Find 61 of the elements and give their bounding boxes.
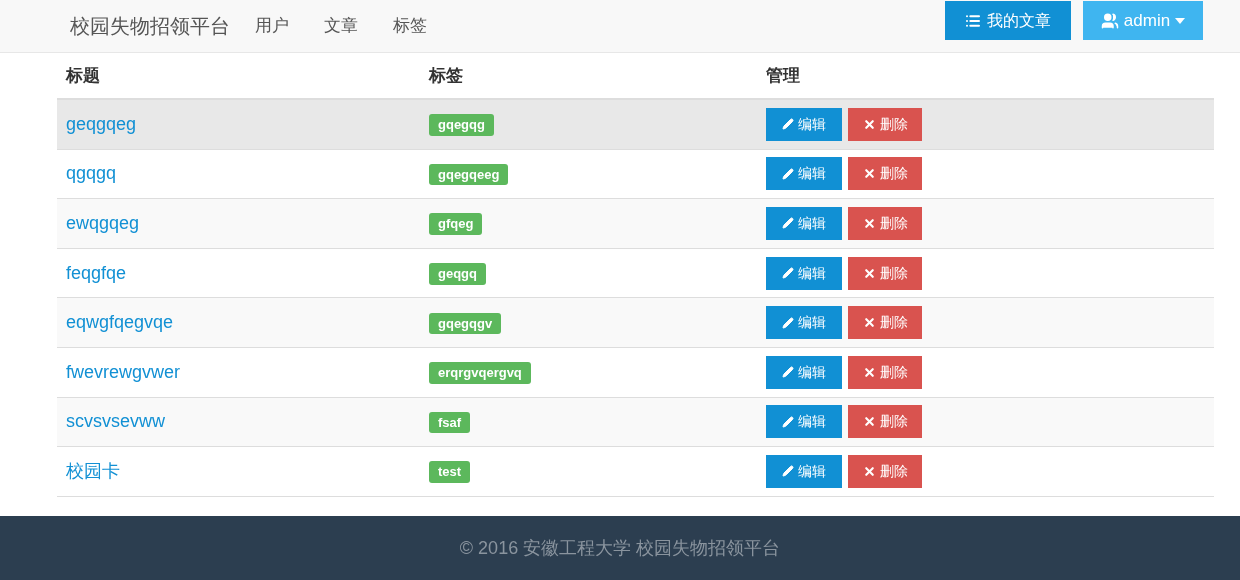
pencil-icon [782, 118, 794, 131]
article-title-link[interactable]: scvsvsevww [66, 411, 165, 432]
edit-button[interactable]: 编辑 [766, 355, 842, 389]
pencil-icon [782, 316, 794, 329]
pencil-icon [782, 465, 794, 478]
article-title-link[interactable]: feqgfqe [66, 262, 127, 283]
article-title-link[interactable]: geqgqeg [66, 113, 137, 134]
close-icon [862, 365, 876, 379]
nav-link[interactable]: 文章 [324, 13, 358, 39]
delete-button[interactable]: 删除 [848, 355, 922, 389]
edit-button[interactable]: 编辑 [766, 256, 842, 290]
tag-label: geqgq [429, 263, 486, 285]
tag-label: erqrgvqergvq [429, 362, 531, 384]
brand-title[interactable]: 校园失物招领平台 [70, 11, 230, 41]
pencil-icon [782, 217, 794, 230]
close-icon [862, 217, 876, 230]
close-icon [862, 316, 876, 330]
delete-button[interactable]: 删除 [848, 256, 922, 290]
close-icon [862, 266, 876, 280]
article-title-link[interactable]: fwevrewgvwer [66, 361, 181, 382]
tag-label: test [429, 461, 471, 483]
users-icon [1100, 11, 1119, 30]
column-header: 管理 [765, 64, 801, 87]
edit-button[interactable]: 编辑 [766, 306, 842, 340]
tag-label: gqegqeeg [429, 163, 509, 186]
article-title-link[interactable]: ewqgqeg [66, 213, 140, 233]
close-icon [862, 117, 876, 131]
close-icon [862, 464, 876, 478]
close-icon [862, 415, 876, 429]
pencil-icon [782, 267, 794, 280]
pencil-icon [782, 415, 794, 428]
delete-button[interactable]: 删除 [848, 107, 922, 141]
column-header: 标题 [64, 64, 101, 87]
edit-button[interactable]: 编辑 [766, 405, 842, 439]
tag-label: gqegqgv [429, 312, 502, 335]
article-title-link[interactable]: 校园卡 [66, 460, 120, 481]
tag-label: gqegqg [429, 114, 494, 136]
pencil-icon [782, 167, 794, 180]
edit-button[interactable]: 编辑 [766, 107, 842, 141]
user-menu-button[interactable]: admin [1083, 1, 1203, 40]
caret-icon [1175, 17, 1186, 24]
delete-button[interactable]: 删除 [848, 405, 922, 439]
list-icon [965, 12, 981, 29]
edit-button[interactable]: 编辑 [766, 157, 842, 191]
delete-button[interactable]: 删除 [848, 454, 922, 488]
column-header: 标签 [427, 64, 464, 87]
tag-label: fsaf [429, 411, 471, 434]
footer-text: © 2016 安徽工程大学 校园失物招领平台 [459, 536, 781, 560]
nav-link[interactable]: 标签 [393, 13, 427, 39]
delete-button[interactable]: 删除 [848, 207, 922, 240]
article-title-link[interactable]: qgqgq [66, 163, 117, 184]
tag-label: gfqeg [429, 213, 483, 235]
edit-button[interactable]: 编辑 [766, 207, 842, 240]
close-icon [862, 167, 876, 181]
delete-button[interactable]: 删除 [848, 157, 922, 191]
edit-button[interactable]: 编辑 [766, 454, 842, 488]
nav-link[interactable]: 用户 [255, 13, 289, 39]
article-title-link[interactable]: eqwgfqegvqe [66, 312, 174, 333]
my-articles-button[interactable]: 我的文章 [945, 1, 1071, 40]
delete-button[interactable]: 删除 [848, 306, 922, 340]
pencil-icon [782, 366, 794, 379]
